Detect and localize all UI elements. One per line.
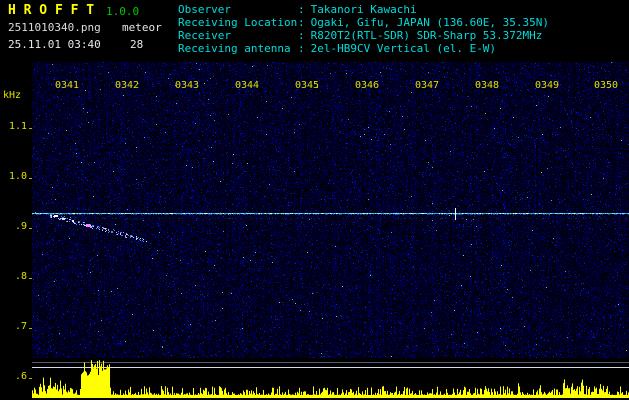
hrofft-screen: H R O F F T 1.0.0 2511010340.png meteor … <box>0 0 629 400</box>
app-version: 1.0.0 <box>106 5 140 18</box>
time-tick-label: 0343 <box>175 80 200 91</box>
freq-tick-label: .6 <box>14 371 27 382</box>
info-label: Receiving antenna <box>178 42 291 55</box>
freq-tick-mark <box>29 178 32 179</box>
info-separator: : <box>298 42 305 55</box>
info-separator: : <box>298 29 305 42</box>
freq-tick-mark <box>29 128 32 129</box>
observation-datetime: 25.11.01 03:40 <box>8 38 101 51</box>
spectrogram-canvas <box>32 62 629 358</box>
info-value: R820T2(RTL-SDR) SDR-Sharp 53.372MHz <box>310 29 543 42</box>
freq-tick-label: .9 <box>14 221 27 232</box>
station-info: Observer : Takanori Kawachi Receiving Lo… <box>178 3 549 55</box>
time-tick-label: 0350 <box>594 80 619 91</box>
time-tick-label: 0347 <box>415 80 440 91</box>
info-label: Observer <box>178 3 231 16</box>
info-separator: : <box>298 16 305 29</box>
time-tick-label: 0345 <box>295 80 320 91</box>
freq-tick-label: .7 <box>14 321 27 332</box>
freq-tick-label: 1.1 <box>8 121 27 132</box>
freq-tick-mark <box>29 328 32 329</box>
freq-tick-label: .8 <box>14 271 27 282</box>
station-info-row: Receiving Location : Ogaki, Gifu, JAPAN … <box>178 16 549 29</box>
observation-mode: meteor <box>122 21 162 34</box>
time-tick-label: 0348 <box>475 80 500 91</box>
time-tick-label: 0344 <box>235 80 260 91</box>
station-info-row: Receiver : R820T2(RTL-SDR) SDR-Sharp 53.… <box>178 29 549 42</box>
station-info-row: Receiving antenna : 2el-HB9CV Vertical (… <box>178 42 549 55</box>
freq-unit-label: kHz <box>3 90 22 101</box>
station-info-row: Observer : Takanori Kawachi <box>178 3 549 16</box>
time-tick-label: 0346 <box>355 80 380 91</box>
freq-tick-mark <box>29 228 32 229</box>
freq-tick-mark <box>29 378 32 379</box>
info-label: Receiving Location <box>178 16 298 29</box>
freq-tick-mark <box>29 278 32 279</box>
time-tick-label: 0341 <box>55 80 80 91</box>
app-title: H R O F F T <box>8 3 95 18</box>
info-separator: : <box>298 3 305 16</box>
freq-tick-label: 1.0 <box>8 171 27 182</box>
info-value: Ogaki, Gifu, JAPAN (136.60E, 35.35N) <box>310 16 550 29</box>
time-tick-label: 0349 <box>535 80 560 91</box>
info-label: Receiver <box>178 29 231 42</box>
info-value: Takanori Kawachi <box>310 3 417 16</box>
echo-count: 28 <box>130 38 144 51</box>
output-filename: 2511010340.png <box>8 21 101 34</box>
signal-level-canvas <box>32 358 629 398</box>
time-tick-label: 0342 <box>115 80 140 91</box>
info-value: 2el-HB9CV Vertical (el. E-W) <box>310 42 497 55</box>
